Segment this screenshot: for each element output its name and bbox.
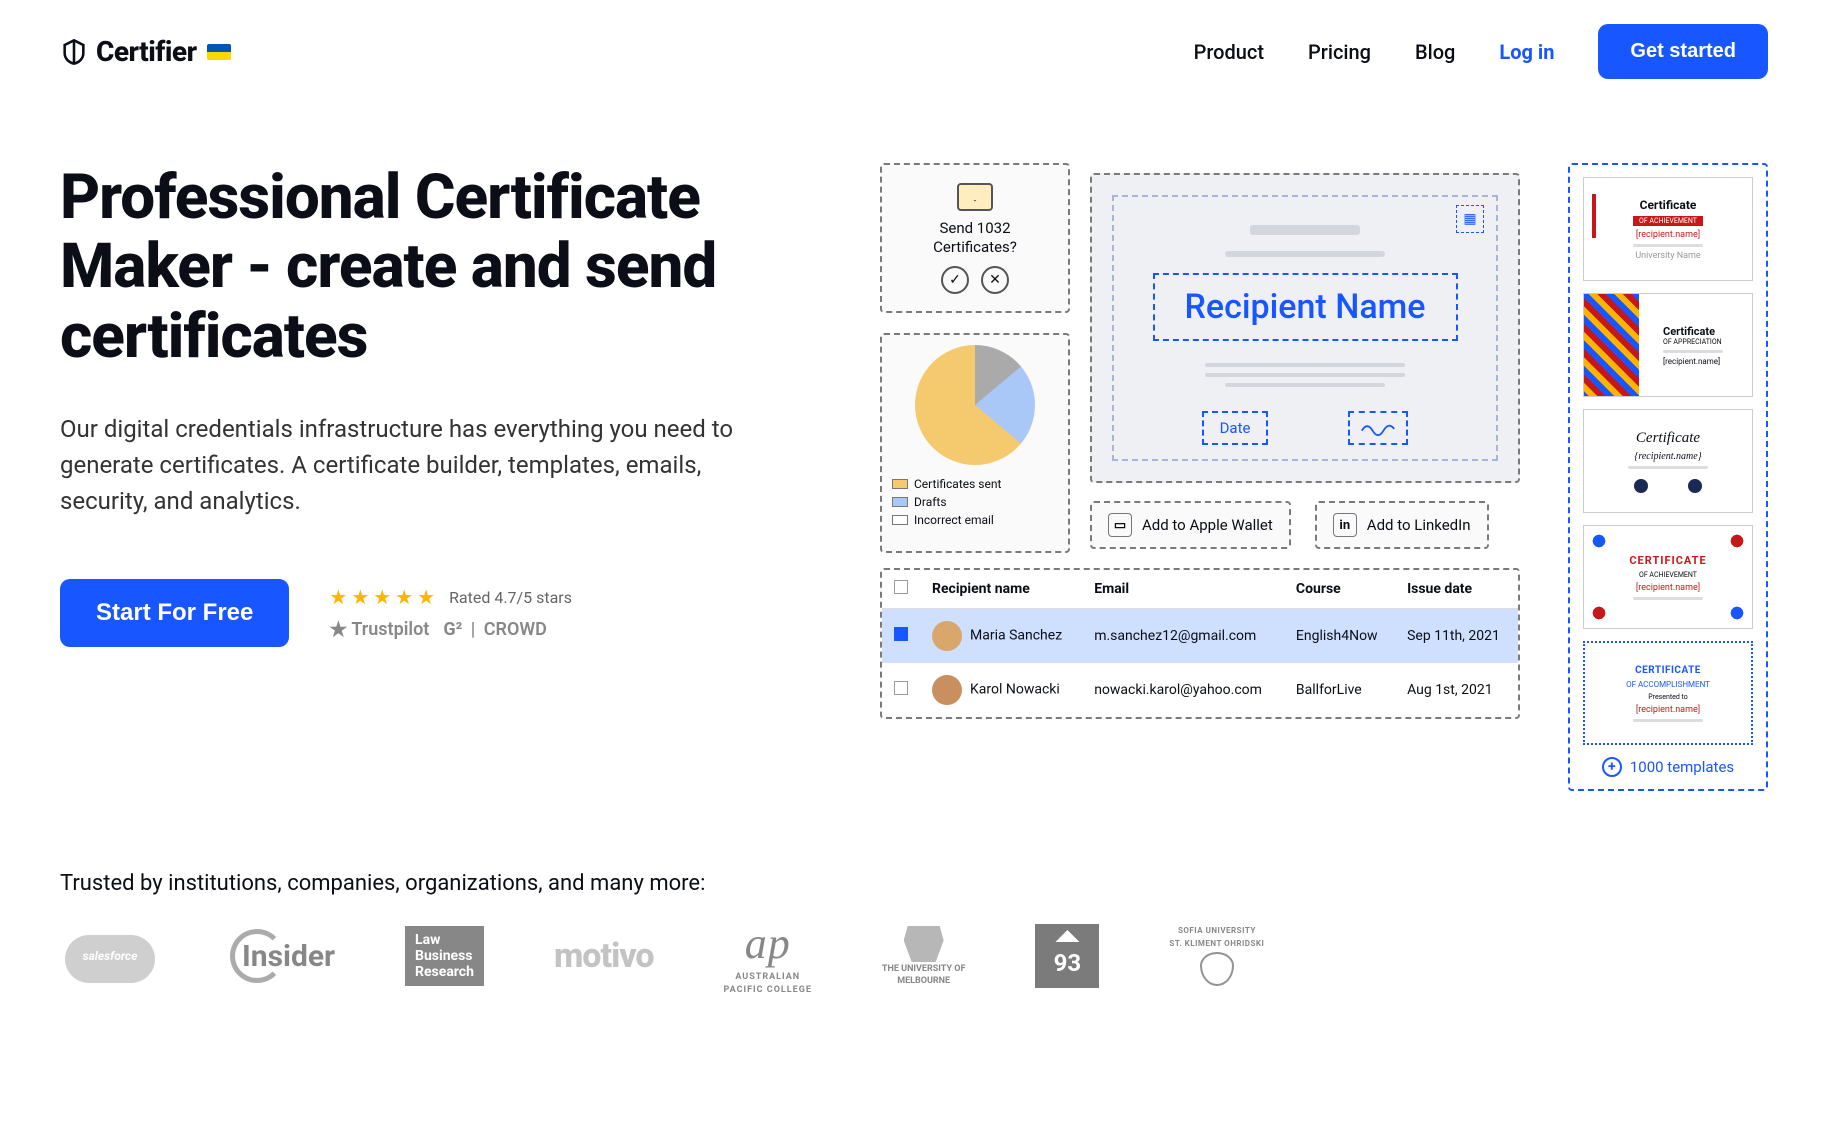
- template-thumbnail[interactable]: Certificate OF ACHIEVEMENT [recipient.na…: [1583, 177, 1753, 281]
- mail-icon: [957, 183, 993, 211]
- checkbox-checked-icon[interactable]: [894, 627, 908, 641]
- send-prompt-card: Send 1032 Certificates? ✓ ✕: [880, 163, 1070, 313]
- get-started-button[interactable]: Get started: [1598, 24, 1768, 79]
- salesforce-logo: [60, 926, 160, 986]
- apc-logo: apAUSTRALIANPACIFIC COLLEGE: [724, 926, 812, 986]
- templates-panel: Certificate OF ACHIEVEMENT [recipient.na…: [1568, 163, 1768, 791]
- melbourne-logo: THE UNIVERSITY OFMELBOURNE: [882, 926, 966, 986]
- star-icon: ★: [351, 585, 369, 609]
- ukraine-flag-icon: [207, 44, 231, 60]
- start-free-button[interactable]: Start For Free: [60, 579, 289, 647]
- wallet-icon: ▭: [1108, 513, 1132, 537]
- nav-product[interactable]: Product: [1194, 40, 1264, 64]
- template-thumbnail[interactable]: Certificate OF APPRECIATION [recipient.n…: [1583, 293, 1753, 397]
- sofia-logo: SOFIA UNIVERSITYST. KLIMENT OHRIDSKI: [1169, 926, 1264, 986]
- partner-logos: Insider LawBusinessResearch motivo apAUS…: [60, 924, 1768, 988]
- trusted-heading: Trusted by institutions, companies, orga…: [60, 871, 1768, 896]
- page-subtitle: Our digital credentials infrastructure h…: [60, 411, 740, 519]
- star-icon: ★: [395, 585, 413, 609]
- template-thumbnail[interactable]: CERTIFICATE OF ACCOMPLISHMENT Presented …: [1583, 641, 1753, 745]
- linkedin-icon: in: [1333, 513, 1357, 537]
- page-title: Professional Certificate Maker - create …: [60, 163, 840, 371]
- table-row[interactable]: Karol Nowacki nowacki.karol@yahoo.com Ba…: [882, 663, 1518, 717]
- g2crowd-logo: G² | CROWD: [443, 619, 547, 640]
- analytics-card: Certificates sent Drafts Incorrect email: [880, 333, 1070, 553]
- confirm-icon[interactable]: ✓: [941, 266, 969, 294]
- template-thumbnail[interactable]: CERTIFICATE OF ACHIEVEMENT [recipient.na…: [1583, 525, 1753, 629]
- 93-logo: 93: [1035, 924, 1099, 988]
- template-thumbnail[interactable]: Certificate {recipient.name}: [1583, 409, 1753, 513]
- shield-logo-icon: [60, 38, 88, 66]
- brand-logo[interactable]: Certifier: [60, 35, 197, 68]
- legend-sent: Certificates sent: [914, 477, 1001, 491]
- recipients-table: Recipient name Email Course Issue date M…: [880, 568, 1520, 719]
- star-icon: ★: [373, 585, 391, 609]
- send-prompt-text: Send 1032 Certificates?: [933, 219, 1017, 258]
- legend-error: Incorrect email: [914, 513, 994, 527]
- table-row[interactable]: Maria Sanchez m.sanchez12@gmail.com Engl…: [882, 609, 1518, 664]
- more-templates-link[interactable]: + 1000 templates: [1602, 757, 1734, 777]
- star-icon: ★: [329, 585, 347, 609]
- checkbox-icon[interactable]: [894, 580, 908, 594]
- trustpilot-logo: ★Trustpilot: [329, 617, 429, 641]
- motivo-logo: motivo: [554, 926, 654, 986]
- nav-login[interactable]: Log in: [1499, 40, 1554, 64]
- logo-area: Certifier: [60, 35, 231, 68]
- main-nav: Product Pricing Blog Log in Get started: [1194, 24, 1768, 79]
- col-issue: Issue date: [1395, 570, 1518, 609]
- plus-icon: +: [1602, 757, 1622, 777]
- col-course: Course: [1284, 570, 1395, 609]
- nav-pricing[interactable]: Pricing: [1308, 40, 1371, 64]
- star-icon: ★: [417, 585, 435, 609]
- apple-wallet-chip[interactable]: ▭ Add to Apple Wallet: [1090, 501, 1291, 549]
- avatar-icon: [932, 621, 962, 651]
- cancel-icon[interactable]: ✕: [981, 266, 1009, 294]
- insider-logo: Insider: [230, 926, 335, 986]
- nav-blog[interactable]: Blog: [1415, 40, 1455, 64]
- qr-icon: ▦: [1456, 205, 1484, 233]
- pie-chart-icon: [915, 345, 1035, 465]
- col-email: Email: [1082, 570, 1284, 609]
- legend-drafts: Drafts: [914, 495, 947, 509]
- signature-field: [1348, 411, 1408, 445]
- rating-text: Rated 4.7/5 stars: [449, 588, 572, 607]
- integration-row: ▭ Add to Apple Wallet in Add to LinkedIn: [1090, 501, 1489, 549]
- linkedin-chip[interactable]: in Add to LinkedIn: [1315, 501, 1489, 549]
- brand-name: Certifier: [96, 35, 197, 68]
- lbr-logo: LawBusinessResearch: [405, 926, 484, 986]
- hero-illustration: Send 1032 Certificates? ✓ ✕ Certificates…: [880, 163, 1544, 791]
- rating-block: ★ ★ ★ ★ ★ Rated 4.7/5 stars ★Trustpilot …: [329, 585, 572, 641]
- date-field: Date: [1202, 411, 1269, 445]
- col-name: Recipient name: [920, 570, 1082, 609]
- checkbox-icon[interactable]: [894, 681, 908, 695]
- avatar-icon: [932, 675, 962, 705]
- recipient-name-field: Recipient Name: [1153, 273, 1458, 341]
- certificate-preview: ▦ Recipient Name Date: [1090, 173, 1520, 483]
